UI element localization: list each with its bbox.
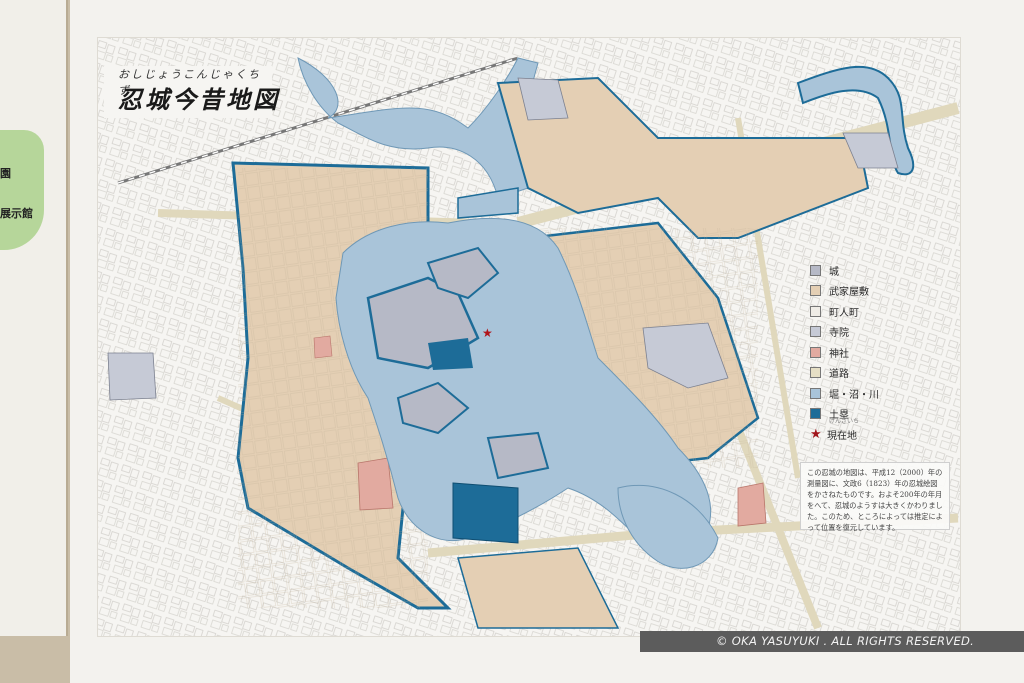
left-board: 園 展示館 bbox=[0, 0, 70, 683]
map-note: この忍城の地図は、平成12（2000）年の測量図に、文政6（1823）年の忍城絵… bbox=[800, 462, 950, 532]
legend-item-current-location: ★ 現在地 bbox=[810, 424, 930, 444]
shrine-area-west bbox=[357, 457, 394, 511]
legend-item-townsfolk: 町人町 bbox=[810, 301, 930, 321]
sign-fragment-bottom: 展示館 bbox=[0, 207, 33, 220]
legend-item-water: 堀・沼・川 bbox=[810, 383, 930, 403]
earthwork-south bbox=[452, 482, 519, 544]
legend-item-samurai: 武家屋敷 bbox=[810, 281, 930, 301]
legend-item-temple: 寺院 bbox=[810, 322, 930, 342]
current-location-marker: ★ bbox=[482, 326, 493, 340]
legend-label: 堀・沼・川 bbox=[829, 389, 879, 401]
temple-area-west bbox=[107, 352, 157, 401]
legend-label: 現在地 bbox=[827, 430, 857, 442]
map-title: 忍城今昔地図 bbox=[118, 85, 280, 114]
earthwork-inner bbox=[428, 338, 473, 370]
legend-label: 城 bbox=[829, 266, 839, 278]
legend-swatch bbox=[810, 305, 821, 317]
sign-fragment-top: 園 bbox=[0, 167, 11, 180]
legend-swatch bbox=[810, 408, 821, 419]
legend-item-road: 道路 bbox=[810, 363, 930, 383]
legend-label: 神社 bbox=[829, 348, 849, 360]
legend-label: 寺院 bbox=[829, 328, 849, 339]
legend-swatch bbox=[810, 264, 821, 276]
legend-swatch bbox=[810, 387, 821, 399]
legend-swatch bbox=[810, 326, 821, 337]
park-area bbox=[0, 130, 44, 250]
shrine-area-east bbox=[737, 482, 767, 527]
legend-item-castle: 城 bbox=[810, 260, 930, 280]
legend: 城 武家屋敷 町人町 寺院 神社 道路 堀・沼・川 土塁 ★ 現在地 bbox=[810, 260, 930, 445]
copyright-watermark: © OKA YASUYUKI . ALL RIGHTS RESERVED. bbox=[640, 631, 1024, 652]
legend-swatch bbox=[810, 346, 821, 358]
star-icon: ★ bbox=[810, 426, 822, 442]
legend-label: 道路 bbox=[829, 369, 849, 380]
legend-ruby: げんざいち bbox=[829, 418, 860, 425]
shrine-area-small bbox=[313, 335, 333, 359]
adjacent-sign-panel bbox=[0, 0, 68, 636]
legend-item-embankment: 土塁 bbox=[810, 404, 930, 424]
legend-swatch bbox=[810, 285, 821, 296]
legend-item-shrine: 神社 bbox=[810, 342, 930, 362]
legend-swatch bbox=[810, 367, 821, 378]
legend-label: 町人町 bbox=[829, 307, 859, 319]
legend-label: 武家屋敷 bbox=[829, 287, 869, 298]
